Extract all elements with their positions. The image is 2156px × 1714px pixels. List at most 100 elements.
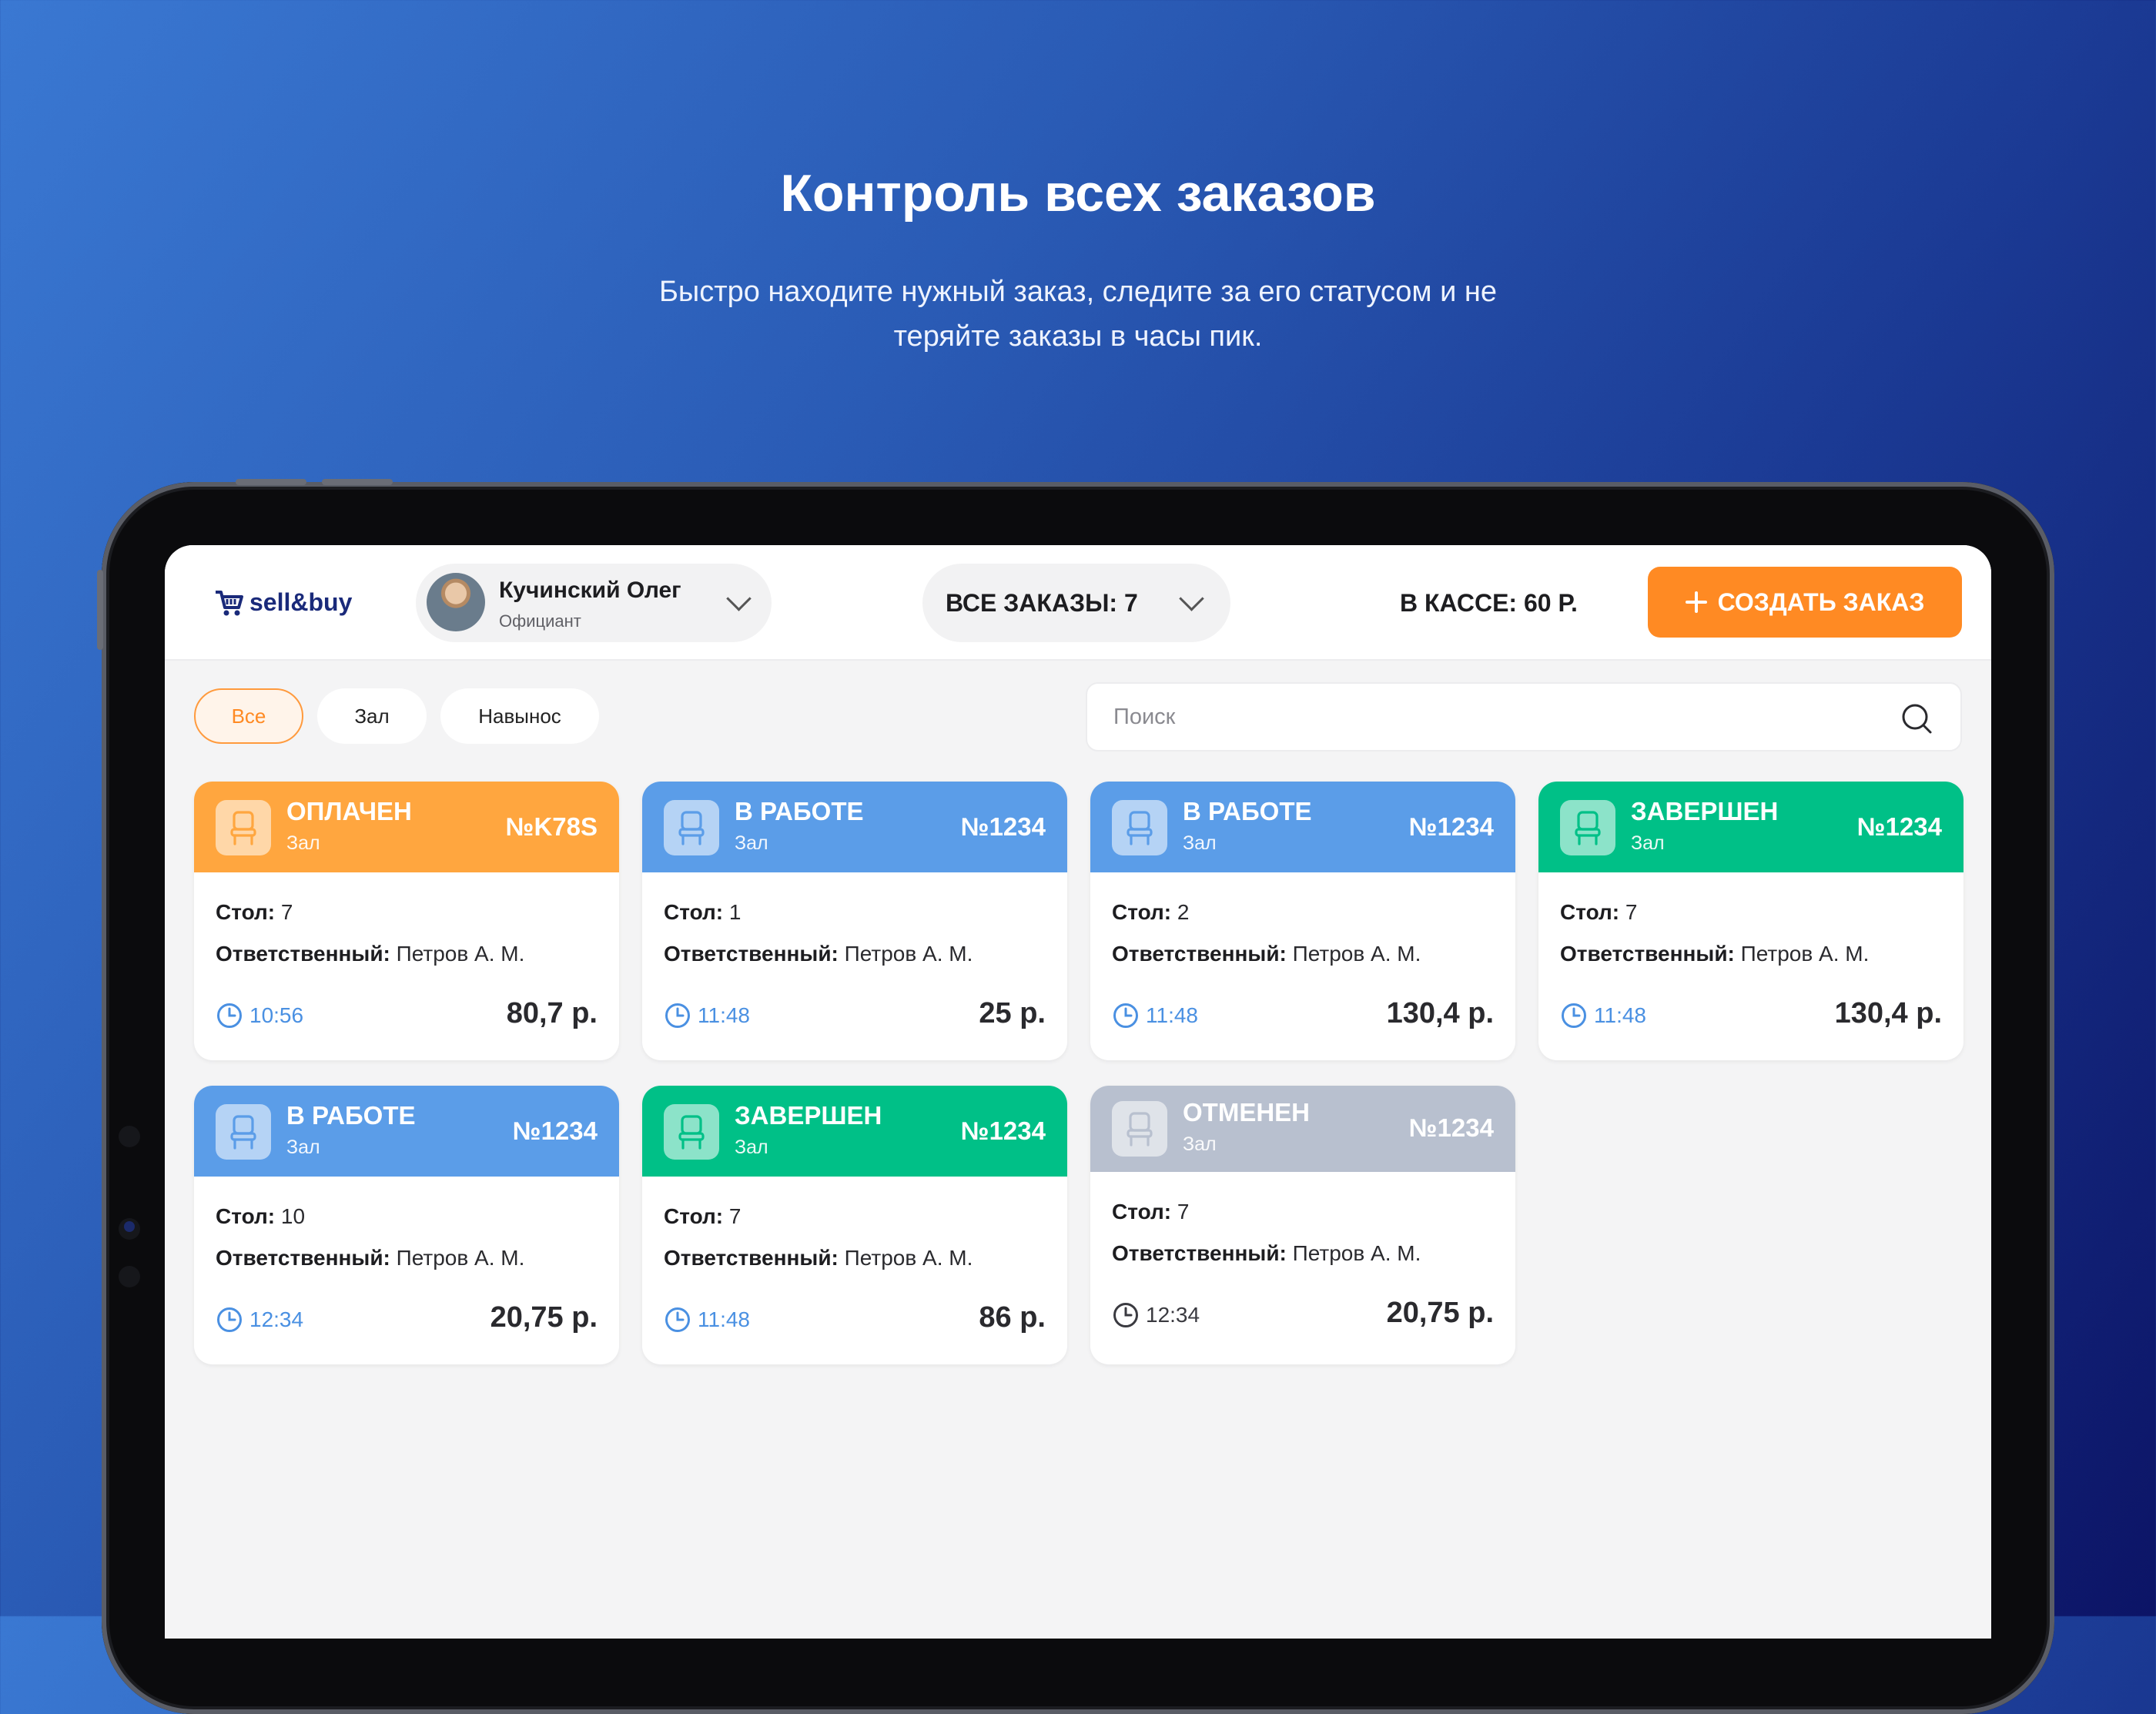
table-label: Стол: bbox=[1112, 1200, 1172, 1224]
order-number: №K78S bbox=[505, 812, 598, 841]
order-price: 130,4 р. bbox=[1834, 997, 1942, 1029]
user-selector[interactable]: Кучинский Олег Официант bbox=[416, 564, 772, 642]
cash-total: В КАССЕ: 60 Р. bbox=[1400, 589, 1578, 617]
order-card-header: ЗАВЕРШЕН Зал №1234 bbox=[1538, 782, 1964, 872]
top-bar: sell&buy Кучинский Олег Официант ВСЕ ЗАК… bbox=[165, 545, 1991, 661]
avatar bbox=[427, 573, 485, 631]
clock-icon bbox=[1113, 1003, 1138, 1028]
order-card[interactable]: ОПЛАЧЕН Зал №K78S Стол: 7 Ответственный:… bbox=[194, 782, 619, 1060]
order-table: Стол: 2 bbox=[1112, 900, 1189, 925]
order-number: №1234 bbox=[960, 812, 1046, 841]
order-responsible: Ответственный: Петров А. М. bbox=[1112, 942, 1421, 966]
table-label: Стол: bbox=[216, 900, 276, 924]
order-type: Зал bbox=[735, 832, 768, 854]
responsible-value: Петров А. М. bbox=[396, 942, 525, 966]
chevron-down-icon bbox=[1179, 586, 1204, 611]
order-time-value: 11:48 bbox=[698, 1307, 750, 1331]
table-label: Стол: bbox=[1560, 900, 1620, 924]
orders-count: ВСЕ ЗАКАЗЫ: 7 bbox=[946, 589, 1138, 617]
table-value: 7 bbox=[728, 1204, 742, 1228]
order-price: 130,4 р. bbox=[1386, 997, 1494, 1029]
chevron-down-icon bbox=[726, 586, 752, 611]
order-time-value: 12:34 bbox=[249, 1307, 304, 1331]
responsible-label: Ответственный: bbox=[216, 1246, 390, 1270]
order-responsible: Ответственный: Петров А. М. bbox=[664, 1246, 973, 1270]
search-input[interactable]: Поиск bbox=[1086, 682, 1962, 752]
order-status: В РАБОТЕ bbox=[735, 797, 864, 825]
order-status: В РАБОТЕ bbox=[286, 1101, 416, 1130]
chair-icon bbox=[1127, 811, 1153, 845]
tablet-volume-button bbox=[322, 479, 393, 485]
order-card-header: ОПЛАЧЕН Зал №K78S bbox=[194, 782, 619, 872]
chair-icon bbox=[678, 811, 705, 845]
order-card[interactable]: ЗАВЕРШЕН Зал №1234 Стол: 7 Ответственный… bbox=[1538, 782, 1964, 1060]
clock-icon bbox=[665, 1307, 690, 1332]
user-name: Кучинский Олег bbox=[499, 577, 681, 603]
order-table: Стол: 1 bbox=[664, 900, 741, 925]
order-card[interactable]: В РАБОТЕ Зал №1234 Стол: 2 Ответственный… bbox=[1090, 782, 1515, 1060]
chair-icon bbox=[678, 1115, 705, 1150]
hero-subtitle-line-2: теряйте заказы в часы пик. bbox=[893, 320, 1263, 353]
order-card-header: В РАБОТЕ Зал №1234 bbox=[642, 782, 1067, 872]
order-time: 11:48 bbox=[664, 1306, 750, 1334]
order-responsible: Ответственный: Петров А. М. bbox=[216, 942, 524, 966]
order-price: 20,75 р. bbox=[1386, 1297, 1494, 1329]
filter-all[interactable]: Все bbox=[194, 688, 303, 744]
logo[interactable]: sell&buy bbox=[214, 588, 352, 617]
chair-icon-box bbox=[1112, 800, 1167, 855]
filter-hall[interactable]: Зал bbox=[317, 688, 427, 744]
order-responsible: Ответственный: Петров А. М. bbox=[1112, 1241, 1421, 1266]
chair-icon bbox=[1575, 811, 1601, 845]
order-status: ОПЛАЧЕН bbox=[286, 797, 412, 825]
order-type: Зал bbox=[1631, 832, 1665, 854]
clock-icon bbox=[1562, 1003, 1586, 1028]
order-status: ОТМЕНЕН bbox=[1183, 1098, 1310, 1126]
create-order-button[interactable]: СОЗДАТЬ ЗАКАЗ bbox=[1648, 567, 1962, 638]
order-number: №1234 bbox=[1408, 1113, 1494, 1142]
order-type: Зал bbox=[286, 1137, 320, 1158]
responsible-value: Петров А. М. bbox=[396, 1246, 525, 1270]
order-status: В РАБОТЕ bbox=[1183, 797, 1312, 825]
tablet-camera-dot bbox=[119, 1266, 140, 1287]
tablet-camera-dot bbox=[119, 1126, 140, 1147]
order-time-value: 11:48 bbox=[1594, 1003, 1646, 1027]
order-card[interactable]: В РАБОТЕ Зал №1234 Стол: 1 Ответственный… bbox=[642, 782, 1067, 1060]
responsible-label: Ответственный: bbox=[664, 1246, 839, 1270]
responsible-label: Ответственный: bbox=[1112, 942, 1287, 966]
responsible-label: Ответственный: bbox=[1112, 1241, 1287, 1265]
order-time: 11:48 bbox=[1112, 1002, 1198, 1029]
order-time: 11:48 bbox=[1560, 1002, 1646, 1029]
order-number: №1234 bbox=[1856, 812, 1942, 841]
table-value: 10 bbox=[280, 1204, 306, 1228]
search-placeholder: Поиск bbox=[1113, 705, 1176, 729]
orders-filter-dropdown[interactable]: ВСЕ ЗАКАЗЫ: 7 bbox=[922, 564, 1230, 642]
user-role: Официант bbox=[499, 611, 581, 631]
order-card[interactable]: ОТМЕНЕН Зал №1234 Стол: 7 Ответственный:… bbox=[1090, 1086, 1515, 1364]
order-price: 20,75 р. bbox=[490, 1301, 598, 1334]
order-responsible: Ответственный: Петров А. М. bbox=[1560, 942, 1869, 966]
table-label: Стол: bbox=[216, 1204, 276, 1228]
order-price: 25 р. bbox=[979, 997, 1046, 1029]
order-time-value: 11:48 bbox=[698, 1003, 750, 1027]
chair-icon bbox=[230, 811, 256, 845]
order-status: ЗАВЕРШЕН bbox=[735, 1101, 882, 1130]
logo-text: sell&buy bbox=[249, 588, 353, 616]
clock-icon bbox=[217, 1307, 242, 1332]
table-value: 2 bbox=[1177, 900, 1190, 924]
order-card[interactable]: В РАБОТЕ Зал №1234 Стол: 10 Ответственны… bbox=[194, 1086, 619, 1364]
order-number: №1234 bbox=[960, 1116, 1046, 1145]
filter-takeaway[interactable]: Навынос bbox=[440, 688, 599, 744]
responsible-value: Петров А. М. bbox=[844, 942, 973, 966]
order-card[interactable]: ЗАВЕРШЕН Зал №1234 Стол: 7 Ответственный… bbox=[642, 1086, 1067, 1364]
order-number: №1234 bbox=[512, 1116, 598, 1145]
responsible-value: Петров А. М. bbox=[1292, 1241, 1421, 1265]
cart-icon bbox=[216, 590, 243, 615]
order-card-header: ЗАВЕРШЕН Зал №1234 bbox=[642, 1086, 1067, 1177]
tablet-power-button bbox=[97, 570, 103, 650]
hero-subtitle: Быстро находите нужный заказ, следите за… bbox=[0, 269, 2156, 359]
responsible-label: Ответственный: bbox=[216, 942, 390, 966]
order-type: Зал bbox=[735, 1137, 768, 1158]
chair-icon-box bbox=[664, 800, 719, 855]
table-value: 1 bbox=[728, 900, 742, 924]
order-responsible: Ответственный: Петров А. М. bbox=[664, 942, 973, 966]
